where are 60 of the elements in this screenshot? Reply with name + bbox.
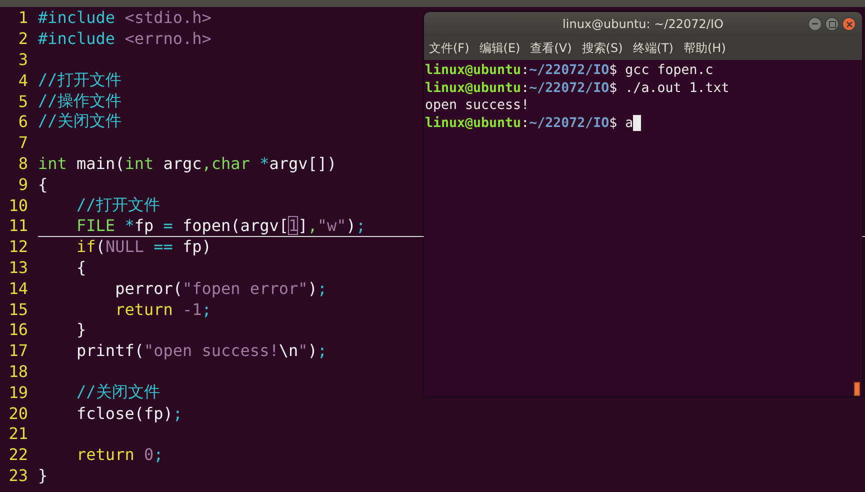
code-line: perror("fopen error"); [114, 278, 328, 298]
minimize-icon [812, 23, 818, 25]
menu-item[interactable]: 查看(V) [530, 40, 572, 56]
line-number: 20 [8, 404, 28, 423]
code-line: } [38, 466, 48, 485]
code-line: return -1; [114, 300, 212, 319]
code-line: return 0; [76, 445, 164, 464]
line-number: 6 [17, 112, 28, 132]
line-number: 19 [8, 382, 28, 402]
line-number: 4 [17, 70, 28, 90]
minimize-button[interactable] [808, 17, 822, 31]
code-line: //打开文件 [76, 194, 160, 216]
line-number: 22 [8, 445, 28, 464]
code-line: #include <errno.h> [38, 29, 212, 48]
code-line: //关闭文件 [76, 382, 160, 403]
code-line: } [76, 320, 86, 340]
code-line: { [38, 174, 48, 194]
line-number: 18 [8, 362, 28, 381]
line-number: 5 [17, 92, 28, 111]
scroll-indicator [854, 382, 860, 396]
code-line: //打开文件 [38, 70, 122, 91]
menu-item[interactable]: 搜索(S) [582, 40, 623, 56]
maximize-icon [828, 20, 836, 28]
line-number: 12 [8, 237, 28, 256]
terminal-line: open success! [425, 97, 530, 114]
line-number: 14 [8, 278, 28, 298]
code-line: #include <stdio.h> [38, 8, 212, 28]
close-button[interactable] [842, 17, 856, 31]
terminal-line: linux@ubuntu:~/22072/IO$ gcc fopen.c [425, 62, 714, 80]
line-number: 3 [17, 50, 28, 69]
line-number: 1 [17, 8, 28, 28]
code-line: fclose(fp); [76, 404, 182, 423]
line-number: 7 [17, 133, 28, 152]
code-line: if(NULL == fp) [76, 237, 212, 256]
line-number: 21 [8, 424, 28, 444]
line-number: 8 [17, 154, 28, 173]
maximize-button[interactable] [825, 17, 839, 31]
line-number: 13 [8, 258, 28, 277]
menu-item[interactable]: 文件(F) [429, 40, 470, 56]
code-line: FILE *fp = fopen(argv[1],"w"); [76, 216, 366, 236]
code-line: int main(int argc,char *argv[]) [38, 154, 337, 173]
code-line: printf("open success!\n"); [76, 341, 328, 360]
terminal-line: linux@ubuntu:~/22072/IO$ ./a.out 1.txt [425, 80, 730, 97]
line-number: 10 [8, 196, 28, 215]
code-line: { [76, 258, 86, 277]
menu-item[interactable]: 编辑(E) [479, 40, 520, 56]
line-number: 15 [8, 300, 28, 319]
code-line: //关闭文件 [38, 111, 122, 132]
line-number: 2 [17, 29, 28, 48]
line-number: 23 [8, 466, 28, 485]
line-number: 9 [17, 174, 28, 194]
terminal-line: linux@ubuntu:~/22072/IO$ a [425, 114, 862, 132]
window-title: linux@ubuntu: ~/22072/IO [562, 17, 724, 31]
line-number: 16 [8, 320, 28, 340]
code-line: //操作文件 [38, 90, 122, 112]
close-icon [846, 20, 852, 28]
menu-item[interactable]: 帮助(H) [683, 40, 726, 56]
menu-item[interactable]: 终端(T) [632, 40, 674, 56]
line-number: 11 [8, 216, 28, 236]
line-number: 17 [8, 341, 28, 360]
